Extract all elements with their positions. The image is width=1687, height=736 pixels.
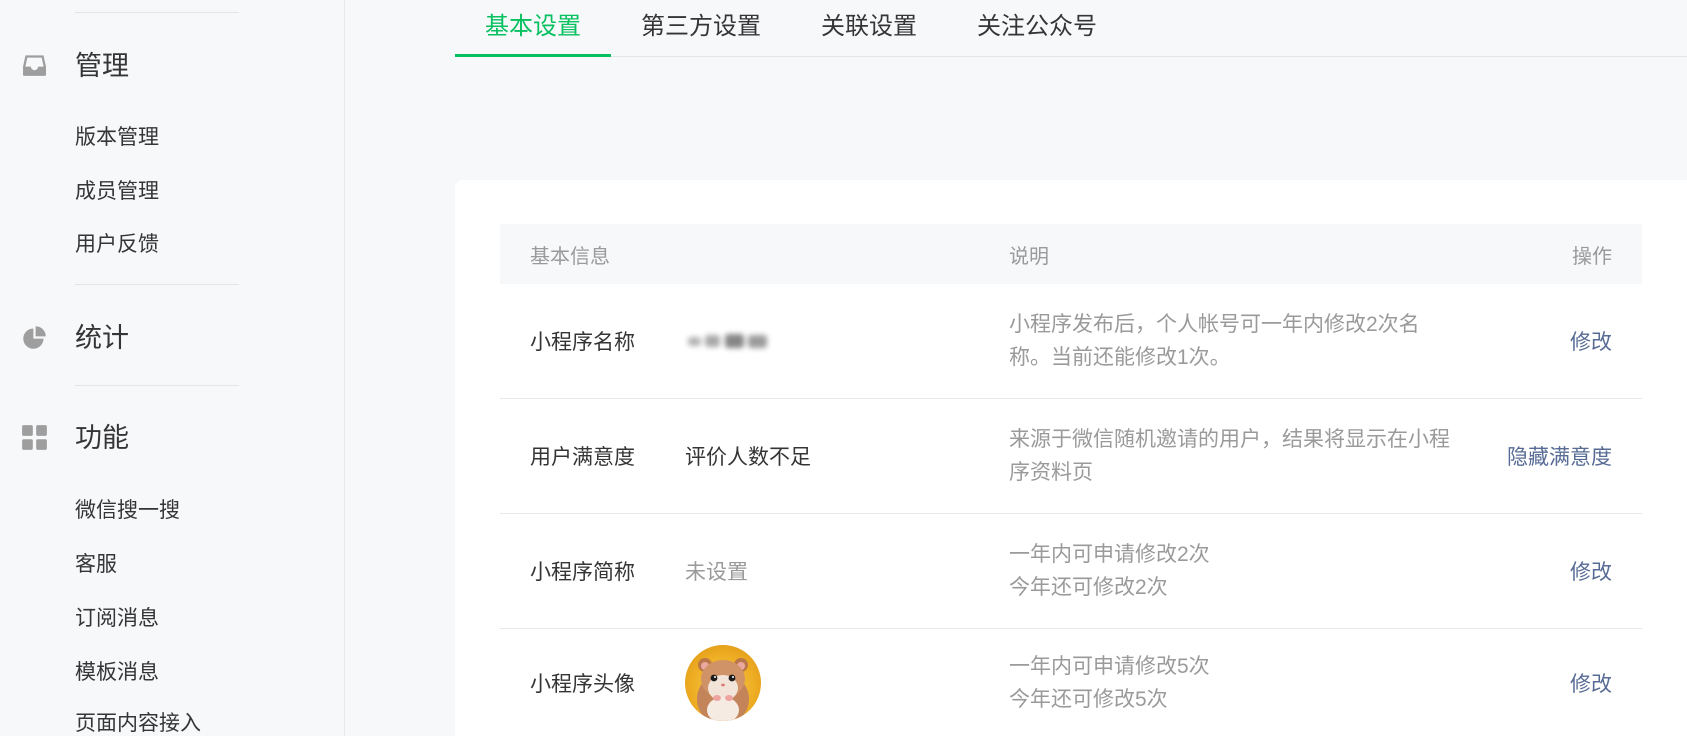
row-label: 小程序名称: [530, 331, 635, 354]
sidebar-item-version-management[interactable]: 版本管理: [75, 126, 159, 150]
sidebar-item-template-messages[interactable]: 模板消息: [75, 661, 159, 685]
table-row-short-name: 小程序简称 未设置 一年内可申请修改2次 今年还可修改2次 修改: [500, 514, 1642, 629]
description-line: 序资料页: [1009, 461, 1093, 484]
sidebar-divider: [75, 12, 239, 13]
table-header: 基本信息 说明 操作: [500, 224, 1642, 284]
sidebar-section-statistics[interactable]: 统计: [0, 318, 300, 358]
sidebar-item-wechat-search[interactable]: 微信搜一搜: [75, 499, 180, 523]
edit-name-link[interactable]: 修改: [1570, 331, 1612, 354]
sidebar-divider: [75, 385, 239, 386]
table-row-user-satisfaction: 用户满意度 评价人数不足 来源于微信随机邀请的用户，结果将显示在小程 序资料页 …: [500, 399, 1642, 514]
description-line: 称。当前还能修改1次。: [1009, 346, 1231, 369]
row-description: 一年内可申请修改2次 今年还可修改2次: [1009, 538, 1570, 604]
header-basic-info: 基本信息: [530, 245, 610, 268]
description-line: 一年内可申请修改5次: [1009, 654, 1210, 678]
pie-chart-icon: [23, 326, 46, 349]
sidebar-divider: [75, 284, 239, 285]
sidebar-item-member-management[interactable]: 成员管理: [75, 180, 159, 204]
table-row-mini-program-name: 小程序名称 小程序发布后，个人帐号可一年内修改2次名 称。当前还能修改1次。 修…: [500, 284, 1642, 399]
table-row-avatar: 小程序头像 一年内可申请修改5次 今年还可修改5次 修改: [500, 629, 1642, 736]
settings-tabs: 基本设置 第三方设置 关联设置 关注公众号: [455, 0, 1687, 57]
row-action-cell: 修改: [1570, 668, 1612, 698]
grid-icon: [22, 425, 47, 450]
header-actions: 操作: [1572, 245, 1612, 268]
row-value: [685, 644, 1009, 721]
description-line: 一年内可申请修改2次: [1009, 543, 1210, 566]
description-line: 小程序发布后，个人帐号可一年内修改2次名: [1009, 313, 1420, 336]
row-value: [685, 330, 1009, 352]
sidebar-section-title: 管理: [75, 51, 129, 81]
tab-third-party-settings[interactable]: 第三方设置: [611, 0, 791, 56]
row-label: 用户满意度: [530, 446, 635, 469]
hide-satisfaction-link[interactable]: 隐藏满意度: [1507, 446, 1612, 469]
sidebar-section-title: 功能: [75, 423, 129, 453]
edit-avatar-link[interactable]: 修改: [1570, 673, 1612, 696]
basic-info-card: 基本信息 说明 操作 小程序名称 小程序发布后，个人帐号可一年内修改2次名 称。…: [455, 180, 1687, 736]
sidebar-section-manage[interactable]: 管理: [0, 46, 300, 86]
row-value: 评价人数不足: [685, 446, 811, 469]
inbox-icon: [23, 55, 46, 76]
row-action-cell: 隐藏满意度: [1507, 441, 1612, 471]
sidebar-section-title: 统计: [75, 323, 129, 353]
row-value: 未设置: [685, 561, 748, 584]
row-action-cell: 修改: [1570, 326, 1612, 356]
row-label: 小程序头像: [530, 672, 635, 696]
sidebar-item-page-content-access[interactable]: 页面内容接入: [75, 712, 201, 736]
row-action-cell: 修改: [1570, 556, 1612, 586]
sidebar-item-user-feedback[interactable]: 用户反馈: [75, 233, 159, 257]
description-line: 今年还可修改5次: [1009, 687, 1168, 711]
tab-basic-settings[interactable]: 基本设置: [455, 0, 611, 57]
description-line: 来源于微信随机邀请的用户，结果将显示在小程: [1009, 428, 1450, 451]
edit-short-name-link[interactable]: 修改: [1570, 561, 1612, 584]
row-description: 小程序发布后，个人帐号可一年内修改2次名 称。当前还能修改1次。: [1009, 308, 1570, 374]
row-description: 一年内可申请修改5次 今年还可修改5次: [1009, 650, 1570, 716]
blurred-name-value: [688, 334, 767, 348]
tab-follow-official-account[interactable]: 关注公众号: [947, 0, 1127, 56]
sidebar-item-customer-service[interactable]: 客服: [75, 553, 117, 577]
sidebar-section-features[interactable]: 功能: [0, 418, 300, 458]
tab-linked-settings[interactable]: 关联设置: [791, 0, 947, 56]
description-line: 今年还可修改2次: [1009, 576, 1168, 599]
avatar: [685, 644, 761, 721]
row-description: 来源于微信随机邀请的用户，结果将显示在小程 序资料页: [1009, 423, 1507, 489]
header-description: 说明: [1009, 245, 1049, 268]
row-label: 小程序简称: [530, 561, 635, 584]
sidebar: 管理 版本管理 成员管理 用户反馈 统计 功能 微信搜一搜 客服 订阅消息 模板…: [0, 0, 345, 736]
sidebar-item-subscription-messages[interactable]: 订阅消息: [75, 607, 159, 631]
